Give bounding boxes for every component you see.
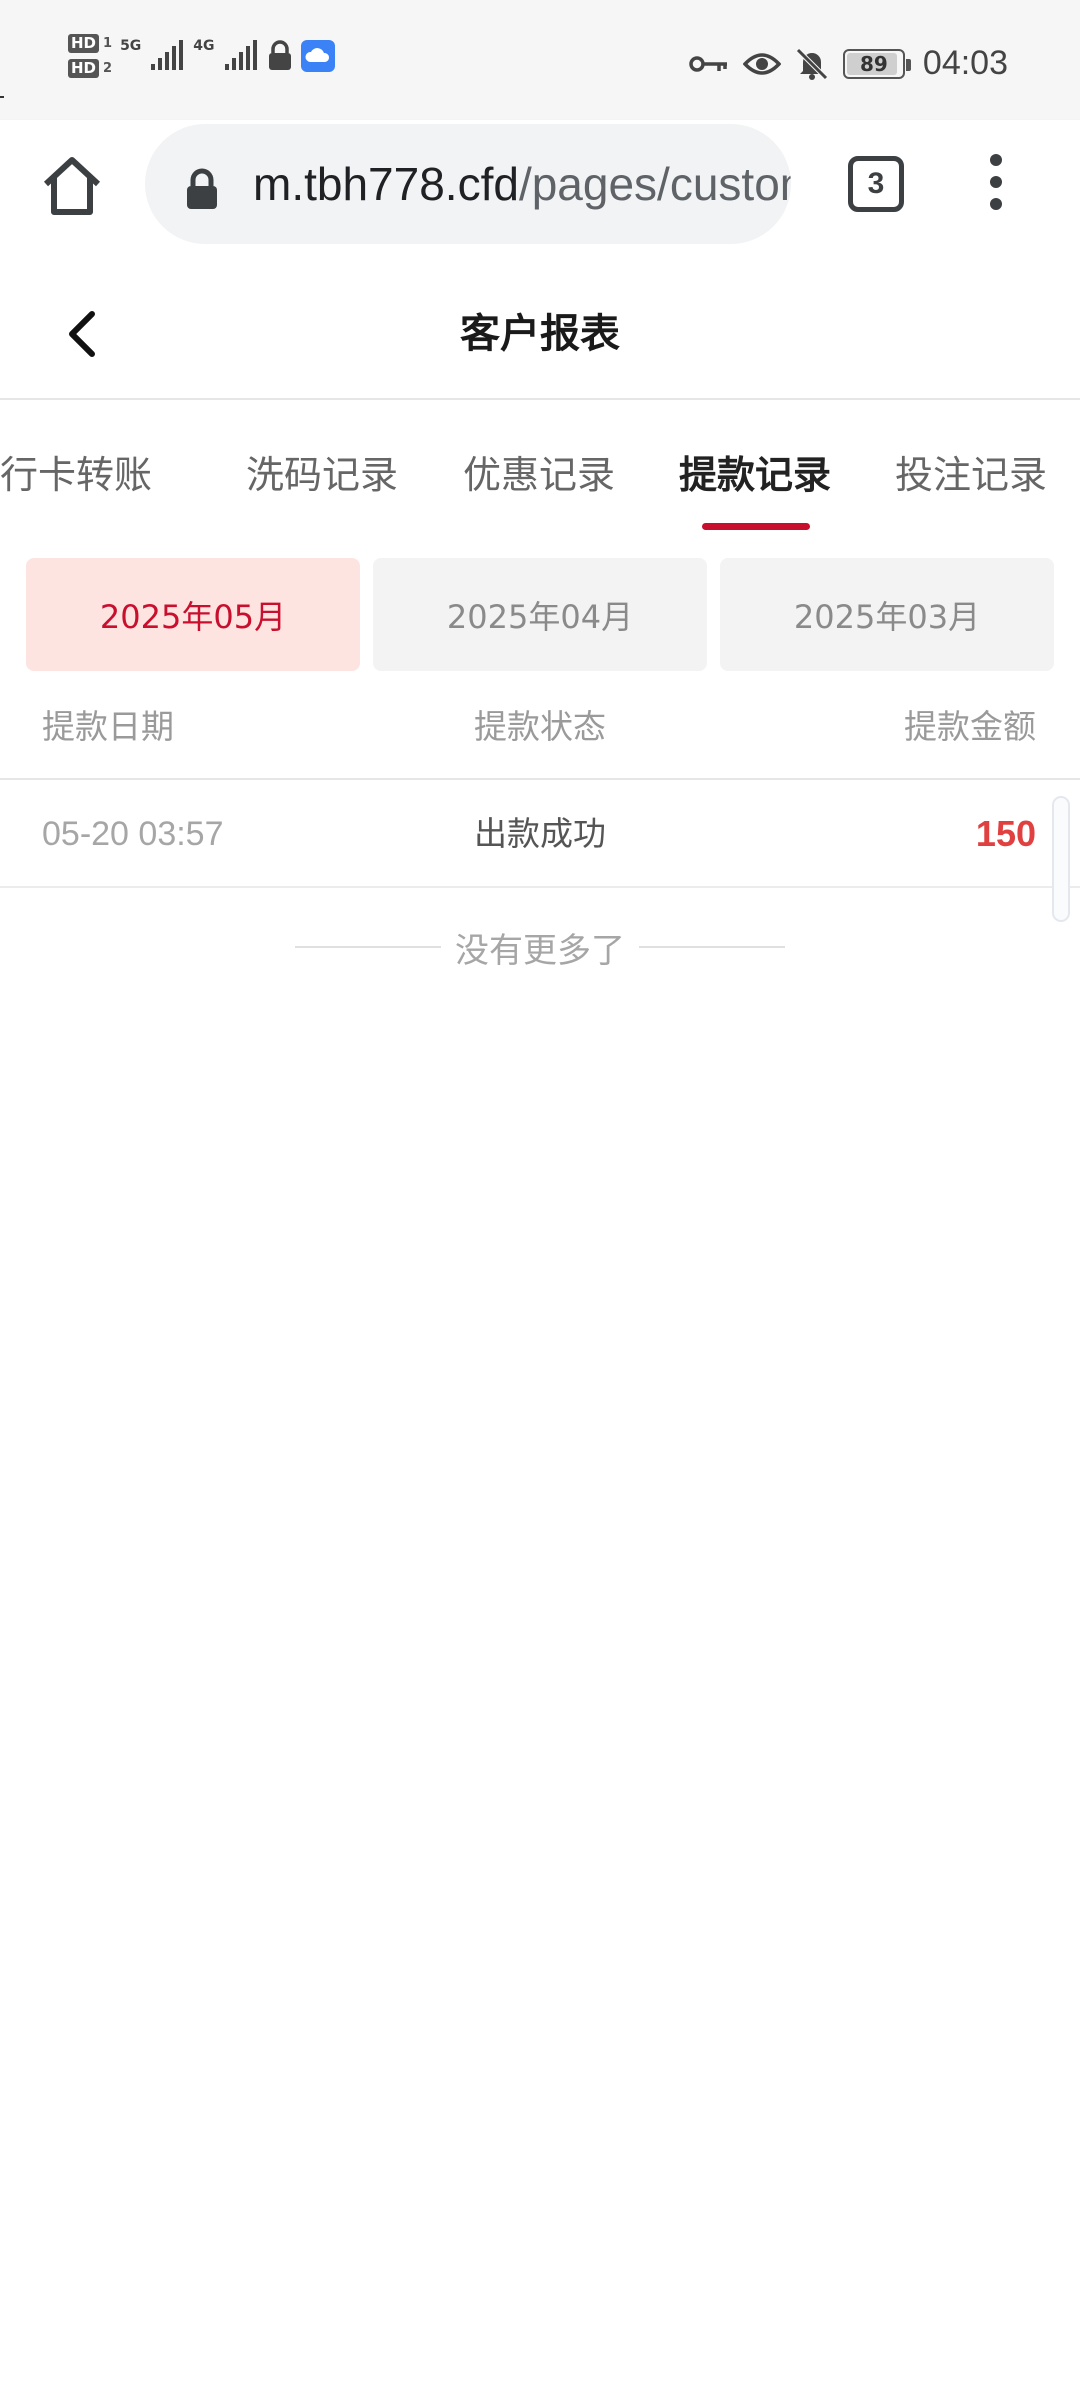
url-path: /pages/customer [518,158,791,210]
tab-bet-records[interactable]: 投注记录 [895,444,1047,499]
battery-level: 89 [859,51,888,76]
battery-icon: 89 [842,48,911,79]
withdraw-status: 出款成功 [474,814,606,853]
table-row[interactable]: 05-20 03:57 出款成功 150 [0,780,1080,888]
active-tab-indicator [702,523,810,530]
hd1-sub: 1 [103,36,113,51]
net2-label: 4G [193,38,215,54]
divider-line [639,946,785,948]
scrollbar-thumb[interactable] [1052,796,1070,922]
menu-dot-icon [990,176,1002,188]
status-bar: HD 1 HD 2 5G 4G 89 04:03 [0,0,1080,120]
no-more-text: 没有更多了 [455,930,625,971]
overflow-menu-button[interactable] [978,154,1014,218]
lock-icon [267,40,293,72]
hd2-badge: HD [68,59,100,78]
hd2-row: HD 2 [68,59,112,78]
month-chip-2025-05[interactable]: 2025年05月 [26,558,360,671]
status-right: 89 04:03 [689,44,1008,83]
net1-label: 5G [120,38,142,54]
record-tabs: 银行卡转账 洗码记录 优惠记录 提款记录 投注记录 [0,400,1080,538]
home-icon [43,157,101,215]
hd-indicators: HD 1 HD 2 [68,34,112,78]
status-left: HD 1 HD 2 5G 4G [68,34,335,78]
home-button[interactable] [38,152,106,220]
address-bar[interactable]: m.tbh778.cfd/pages/customer [145,124,791,244]
url-host: m.tbh778.cfd [253,158,519,210]
signal-icon [149,40,185,72]
menu-dot-icon [990,198,1002,210]
secure-lock-icon [183,168,221,214]
tab-promo-records[interactable]: 优惠记录 [463,444,615,499]
header-amount: 提款金额 [904,707,1036,746]
bell-off-icon [795,47,829,81]
key-icon [689,52,729,76]
tab-bank-transfer[interactable]: 银行卡转账 [0,444,152,499]
eye-icon [742,50,781,78]
month-chip-2025-03[interactable]: 2025年03月 [720,558,1054,671]
hd2-sub: 2 [103,61,113,76]
signal-icon [223,40,259,72]
cloud-icon [300,40,335,72]
clock: 04:03 [922,44,1008,82]
hd1-badge: HD [68,34,100,53]
tab-switcher-button[interactable]: 3 [848,156,904,212]
divider-line [295,946,441,948]
page-header: 客户报表 [0,268,1080,400]
menu-dot-icon [990,154,1002,166]
browser-toolbar: m.tbh778.cfd/pages/customer 3 [0,120,1080,268]
tab-withdraw-records[interactable]: 提款记录 [679,444,831,499]
tab-rebate-records[interactable]: 洗码记录 [246,444,398,499]
hd1-row: HD 1 [68,34,112,53]
page-title: 客户报表 [460,311,620,357]
withdraw-amount: 150 [975,813,1036,854]
month-filter: 2025年05月 2025年04月 2025年03月 [0,558,1080,672]
month-chip-2025-04[interactable]: 2025年04月 [373,558,707,671]
table-header: 提款日期 提款状态 提款金额 [0,688,1080,780]
url-text: m.tbh778.cfd/pages/customer [253,124,791,244]
end-of-list: 没有更多了 [0,912,1080,982]
edge-mark [0,96,4,98]
